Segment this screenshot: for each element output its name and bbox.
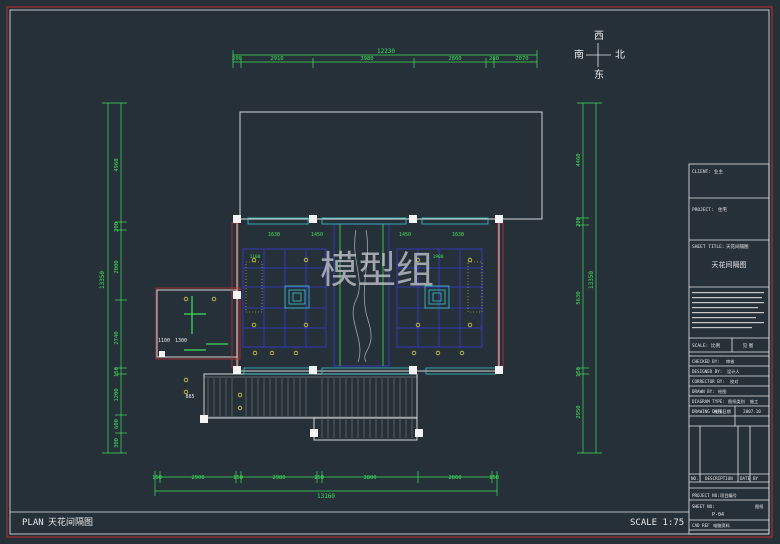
client-value: 业主: [714, 168, 723, 175]
checked-by-label: CHECKED BY:: [692, 359, 720, 364]
diagram-type-extra: 施工: [750, 398, 758, 405]
small-room-fixtures: [184, 296, 228, 351]
sheet-title-big: 天花间隔图: [712, 260, 747, 269]
drawing-date-extra: 2007.10: [743, 409, 761, 414]
inner-dim-9: 885: [185, 394, 194, 400]
revision-date-header: DATE: [740, 476, 751, 481]
inner-dim-1: 1630: [268, 232, 280, 238]
left-dim-6: 1200: [114, 388, 120, 401]
top-dim-3: 3980: [360, 56, 373, 62]
revision-no-header: NO.: [691, 476, 699, 481]
compass-north: 北: [615, 49, 625, 61]
revision-desc-header: DESCRIPTION: [705, 476, 733, 481]
right-dim-4: 150: [576, 367, 582, 377]
left-dim-3: 2000: [114, 260, 120, 273]
inner-dim-8: 1300: [175, 338, 187, 344]
left-dim-7: 600: [114, 419, 120, 429]
compass-south: 南: [574, 48, 584, 61]
diagram-type-label: DIAGRAM TYPE:: [692, 399, 725, 404]
diagram-type-value: 图纸类别: [728, 398, 745, 405]
compass-east: 东: [594, 68, 604, 81]
revision-by-header: BY: [753, 476, 759, 481]
bottom-dim-8: 150: [489, 475, 499, 481]
project-label: PROJECT:: [692, 207, 714, 213]
left-dim-2: 200: [114, 222, 120, 232]
sheet-no-value: P-04: [712, 512, 724, 518]
hatched-corridor: [203, 376, 418, 418]
right-dim-5: 2950: [576, 405, 582, 418]
left-dim-1: 4960: [114, 158, 120, 171]
inner-dim-6: 1900: [433, 254, 444, 260]
designed-by-label: DESIGNED BY:: [692, 369, 722, 374]
watermark: 模型组: [320, 248, 434, 292]
project-value: 住宅: [718, 206, 727, 213]
corrector-by-value: 校对: [730, 378, 738, 385]
inner-dim-5: 1100: [250, 254, 261, 260]
left-dim-8: 300: [114, 438, 120, 448]
project-no-label: PROJECT NO:: [692, 493, 720, 498]
top-dim-5: 200: [489, 56, 499, 62]
sheet-no-extra: 图纸: [755, 503, 764, 510]
top-total-dim: 12230: [377, 48, 395, 55]
right-dim-2: 200: [576, 217, 582, 227]
scale-extra: 见 图: [743, 343, 754, 349]
cad-ref-label: CAD REF: [692, 523, 710, 528]
project-no-value: 项目编号: [720, 492, 737, 499]
plan-label: PLAN: [22, 518, 44, 528]
notes-lines: [692, 292, 764, 329]
sheet-title-label: SHEET TITLE:: [692, 244, 725, 250]
sheet-title-value: 天花间隔图: [726, 243, 749, 250]
bottom-dim-1: 150: [152, 475, 162, 481]
top-dim-6: 2070: [515, 56, 528, 62]
bottom-dim-7: 2860: [448, 475, 461, 481]
bottom-dim-2: 2900: [191, 475, 204, 481]
central-corridor: [333, 223, 390, 367]
red-wall-lines: [155, 222, 504, 369]
right-dim-1: 4460: [576, 153, 582, 166]
designed-by-value: 设计人: [727, 368, 740, 375]
client-label: CLIENT:: [692, 169, 711, 175]
left-dim-4: 2740: [114, 331, 120, 344]
plan-title: 天花间隔图: [48, 516, 93, 528]
plan-scale: SCALE 1:75: [630, 518, 684, 528]
right-dim-3: 5630: [576, 291, 582, 304]
scale-value: 比例: [711, 342, 720, 349]
inner-dim-4: 1630: [452, 232, 464, 238]
compass: 西 南 北 东: [574, 31, 625, 81]
top-dim-1: 200: [232, 56, 242, 62]
drawn-by-label: DRAWN BY:: [692, 389, 715, 394]
cad-ref-value: 电脑资料: [713, 522, 731, 529]
inner-dim-3: 1450: [399, 232, 411, 238]
scale-label: SCALE:: [692, 343, 708, 349]
top-cabinets: [243, 217, 497, 375]
bottom-dim-3: 150: [233, 475, 243, 481]
bottom-total-dim: 13160: [317, 493, 335, 500]
top-dim-4: 2860: [448, 56, 461, 62]
left-ceiling-grid: [242, 248, 327, 348]
left-total-dim: 13350: [99, 271, 106, 289]
compass-west: 西: [594, 31, 604, 42]
left-dim-5: 150: [114, 367, 120, 377]
corrector-by-label: CORRECTOR BY:: [692, 379, 725, 384]
drawing-date-value: 绘图日期: [714, 408, 731, 415]
ceiling-plan-drawing: 西 南 北 东 12230 200 2910 3980 2860 200 207…: [6, 6, 773, 538]
right-total-dim: 13350: [588, 271, 595, 289]
inner-dim-2: 1450: [311, 232, 323, 238]
bottom-dim-6: 3800: [363, 475, 376, 481]
drawn-by-value: 绘图: [718, 388, 726, 395]
left-center-medallion: [284, 285, 310, 309]
bottom-dim-5: 150: [314, 475, 324, 481]
sheet-no-label: SHEET NO:: [692, 504, 715, 509]
inner-dim-7: 1100: [158, 338, 170, 344]
checked-by-value: 审核: [726, 358, 735, 365]
bottom-dim-4: 2980: [272, 475, 285, 481]
top-dim-2: 2910: [270, 56, 283, 62]
